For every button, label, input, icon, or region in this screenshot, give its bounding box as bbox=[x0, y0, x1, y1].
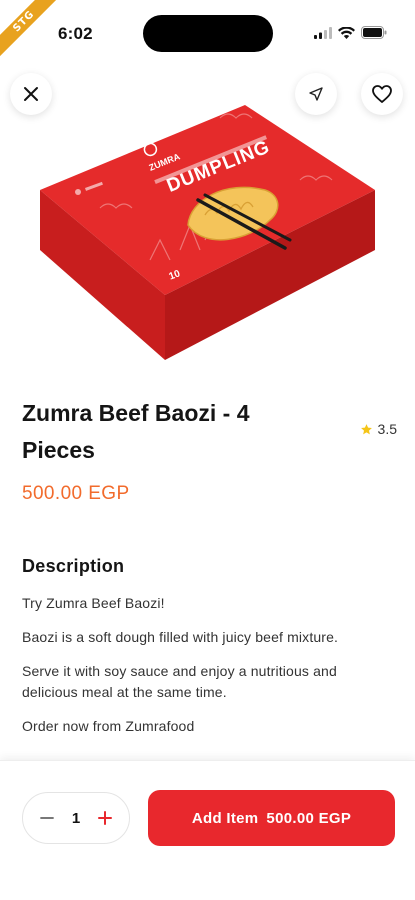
battery-icon bbox=[361, 26, 387, 39]
system-icons bbox=[314, 26, 387, 39]
quantity-value: 1 bbox=[71, 809, 81, 827]
wifi-icon bbox=[338, 26, 355, 39]
product-title: Zumra Beef Baozi - 4 Pieces bbox=[22, 400, 250, 463]
product-info: Zumra Beef Baozi - 4 Pieces 3.5 bbox=[22, 395, 397, 469]
rating-value: 3.5 bbox=[377, 421, 397, 437]
add-item-price: 500.00 EGP bbox=[266, 809, 352, 827]
product-price: 500.00 EGP bbox=[22, 483, 130, 504]
plus-icon bbox=[98, 811, 112, 825]
close-icon bbox=[24, 87, 38, 101]
description-paragraph: Serve it with soy sauce and enjoy a nutr… bbox=[22, 663, 337, 700]
send-icon bbox=[309, 87, 323, 101]
cart-bar: 1 Add Item 500.00 EGP bbox=[0, 760, 415, 900]
description-paragraph: Baozi is a soft dough filled with juicy … bbox=[22, 629, 339, 645]
star-icon bbox=[360, 423, 372, 434]
add-item-button[interactable]: Add Item 500.00 EGP bbox=[148, 790, 395, 846]
status-time: 6:02 bbox=[58, 24, 93, 43]
dumpling-box-illustration: ZUMRA DUMPLING 10 bbox=[40, 105, 375, 360]
description-paragraph: Try Zumra Beef Baozi! bbox=[22, 595, 165, 611]
close-button[interactable] bbox=[10, 73, 52, 115]
decrease-quantity-button[interactable] bbox=[37, 808, 57, 828]
dynamic-island bbox=[143, 15, 273, 52]
signal-icon bbox=[314, 26, 332, 39]
description-section: Description Try Zumra Beef Baozi! Baozi … bbox=[22, 556, 392, 750]
share-button[interactable] bbox=[295, 73, 337, 115]
favorite-button[interactable] bbox=[361, 73, 403, 115]
description-paragraph: Order now from Zumrafood bbox=[22, 718, 195, 734]
increase-quantity-button[interactable] bbox=[95, 808, 115, 828]
product-rating: 3.5 bbox=[360, 421, 397, 437]
quantity-stepper: 1 bbox=[22, 792, 130, 844]
minus-icon bbox=[40, 817, 54, 819]
product-image: ZUMRA DUMPLING 10 bbox=[0, 50, 415, 370]
heart-icon bbox=[372, 85, 392, 103]
description-heading: Description bbox=[22, 556, 125, 576]
add-item-label: Add Item bbox=[191, 809, 259, 827]
